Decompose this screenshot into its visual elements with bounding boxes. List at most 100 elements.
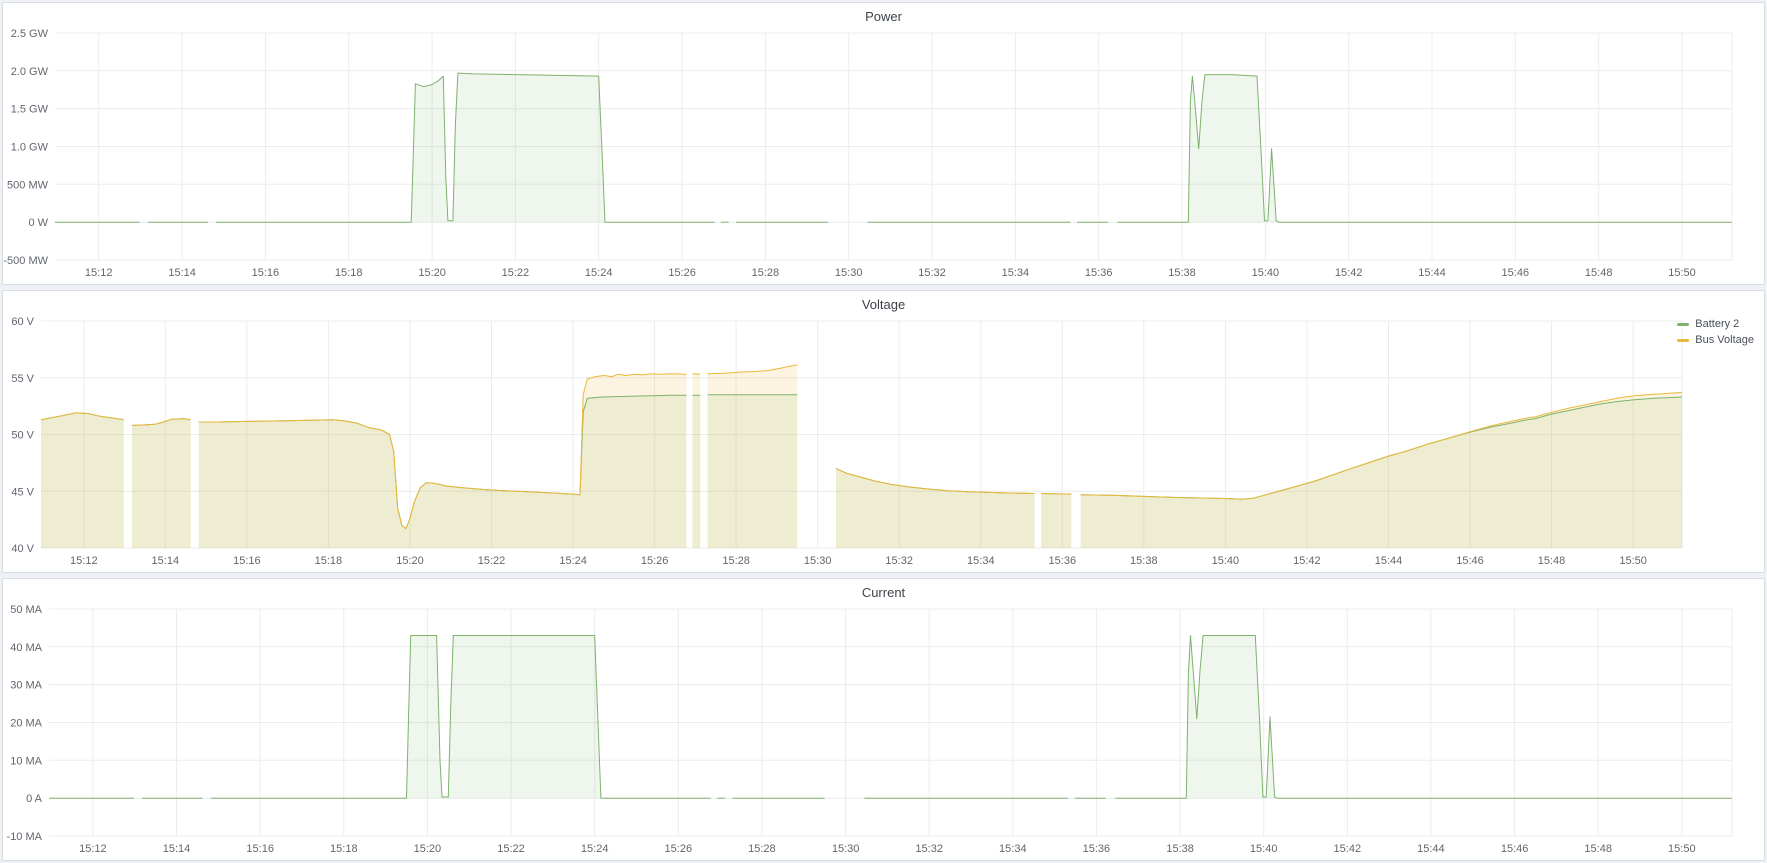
- y-tick-label: 20 MA: [10, 718, 42, 730]
- x-tick-label: 15:30: [832, 843, 860, 855]
- x-tick-label: 15:42: [1334, 843, 1362, 855]
- x-tick-label: 15:22: [478, 555, 506, 567]
- x-axis-labels: 15:12 15:14 15:16 15:18 15:20 15:22 15:24 15:26…: [85, 267, 1696, 279]
- y-tick-label: 40 V: [11, 543, 34, 555]
- x-tick-label: 15:20: [418, 267, 446, 279]
- y-tick-label: 50 V: [11, 430, 34, 442]
- y-axis-labels: 60 V55 V50 V45 V40 V: [11, 316, 34, 555]
- x-tick-label: 15:40: [1250, 843, 1278, 855]
- x-tick-label: 15:32: [918, 267, 946, 279]
- dashboard: { "colors": { "page_bg": "#eef1f5", "pan…: [0, 0, 1767, 863]
- y-tick-label: 0 W: [28, 217, 48, 229]
- x-tick-label: 15:12: [85, 267, 113, 279]
- panel-power: 15:12 15:14 15:16 15:18 15:20 15:22 15:24 15:26…: [2, 2, 1765, 285]
- x-tick-label: 15:34: [999, 843, 1027, 855]
- x-tick-label: 15:30: [804, 555, 832, 567]
- x-tick-label: 15:46: [1502, 267, 1530, 279]
- panel-voltage: 15:1215:1415:1615:1815:2015:2215:2415:26…: [2, 290, 1765, 573]
- x-tick-label: 15:48: [1585, 267, 1613, 279]
- x-tick-label: 15:26: [665, 843, 693, 855]
- y-tick-label: 50 MA: [10, 604, 42, 616]
- power-chart-plot[interactable]: 15:12 15:14 15:16 15:18 15:20 15:22 15:24 15:26…: [3, 3, 1764, 284]
- series-color-swatch-icon: [1677, 323, 1689, 326]
- x-tick-label: 15:42: [1293, 555, 1321, 567]
- x-tick-label: 15:50: [1619, 555, 1647, 567]
- panel-title-current[interactable]: Current: [3, 585, 1764, 600]
- legend-item-battery-2[interactable]: Battery 2: [1677, 318, 1754, 330]
- x-tick-label: 15:18: [335, 267, 363, 279]
- x-tick-label: 15:34: [967, 555, 995, 567]
- x-tick-label: 15:24: [581, 843, 609, 855]
- x-tick-label: 15:20: [396, 555, 424, 567]
- y-tick-label: 60 V: [11, 316, 34, 328]
- y-tick-label: -10 MA: [7, 831, 43, 843]
- series-line-power: [55, 73, 1732, 222]
- y-axis-labels: 50 MA40 MA30 MA20 MA10 MA0 A-10 MA: [7, 604, 43, 843]
- y-axis-labels: 2.5 GW2.0 GW1.5 GW1.0 GW500 MW0 W-500 MW: [3, 28, 48, 267]
- x-tick-label: 15:36: [1085, 267, 1113, 279]
- x-tick-label: 15:28: [748, 843, 776, 855]
- x-tick-label: 15:12: [70, 555, 98, 567]
- series-line-current: [49, 636, 1732, 799]
- x-tick-label: 15:16: [233, 555, 261, 567]
- voltage-chart-plot[interactable]: 15:1215:1415:1615:1815:2015:2215:2415:26…: [3, 291, 1764, 572]
- grid-lines: [49, 609, 1732, 836]
- y-tick-label: 1.0 GW: [11, 142, 49, 154]
- series-fill-current: [49, 636, 1732, 799]
- y-tick-label: 30 MA: [10, 680, 42, 692]
- x-tick-label: 15:42: [1335, 267, 1363, 279]
- x-tick-label: 15:18: [315, 555, 343, 567]
- panel-title-voltage[interactable]: Voltage: [3, 297, 1764, 312]
- x-tick-label: 15:18: [330, 843, 358, 855]
- x-tick-label: 15:22: [502, 267, 530, 279]
- x-tick-label: 15:32: [885, 555, 913, 567]
- x-tick-label: 15:38: [1166, 843, 1194, 855]
- x-tick-label: 15:50: [1668, 267, 1696, 279]
- x-tick-label: 15:16: [252, 267, 280, 279]
- x-tick-label: 15:44: [1418, 267, 1446, 279]
- series-color-swatch-icon: [1677, 339, 1689, 342]
- y-tick-label: 2.5 GW: [11, 28, 49, 40]
- y-tick-label: 10 MA: [10, 755, 42, 767]
- x-tick-label: 15:14: [168, 267, 196, 279]
- y-tick-label: 2.0 GW: [11, 66, 49, 78]
- series-fill-bus-voltage: [41, 365, 1682, 548]
- y-tick-label: 1.5 GW: [11, 104, 49, 116]
- series-fill-power: [55, 73, 1732, 222]
- x-tick-label: 15:34: [1002, 267, 1030, 279]
- x-tick-label: 15:28: [752, 267, 780, 279]
- x-tick-label: 15:44: [1375, 555, 1403, 567]
- y-tick-label: -500 MW: [3, 255, 48, 267]
- x-tick-label: 15:36: [1083, 843, 1111, 855]
- current-chart-plot[interactable]: 15:1215:1415:1615:1815:2015:2215:2415:26…: [3, 579, 1764, 860]
- x-tick-label: 15:14: [163, 843, 191, 855]
- x-tick-label: 15:24: [585, 267, 613, 279]
- x-tick-label: 15:50: [1668, 843, 1696, 855]
- x-tick-label: 15:30: [835, 267, 863, 279]
- y-tick-label: 55 V: [11, 373, 34, 385]
- legend-item-label: Battery 2: [1695, 318, 1739, 330]
- grid-lines: [55, 33, 1732, 260]
- x-tick-label: 15:48: [1538, 555, 1566, 567]
- x-tick-label: 15:26: [668, 267, 696, 279]
- x-tick-label: 15:40: [1252, 267, 1280, 279]
- panel-current: 15:1215:1415:1615:1815:2015:2215:2415:26…: [2, 578, 1765, 861]
- x-tick-label: 15:46: [1456, 555, 1484, 567]
- x-tick-label: 15:22: [497, 843, 525, 855]
- legend-item-bus-voltage[interactable]: Bus Voltage: [1677, 334, 1754, 346]
- x-tick-label: 15:36: [1049, 555, 1077, 567]
- x-axis-labels: 15:1215:1415:1615:1815:2015:2215:2415:26…: [70, 555, 1647, 567]
- legend: Battery 2 Bus Voltage: [1677, 318, 1754, 350]
- y-tick-label: 40 MA: [10, 642, 42, 654]
- x-tick-label: 15:16: [246, 843, 274, 855]
- x-tick-label: 15:40: [1212, 555, 1240, 567]
- legend-item-label: Bus Voltage: [1695, 334, 1754, 346]
- x-tick-label: 15:48: [1584, 843, 1612, 855]
- x-tick-label: 15:26: [641, 555, 669, 567]
- x-tick-label: 15:46: [1501, 843, 1529, 855]
- x-tick-label: 15:32: [915, 843, 943, 855]
- x-tick-label: 15:44: [1417, 843, 1445, 855]
- x-axis-labels: 15:1215:1415:1615:1815:2015:2215:2415:26…: [79, 843, 1695, 855]
- panel-title-power[interactable]: Power: [3, 9, 1764, 24]
- x-tick-label: 15:12: [79, 843, 107, 855]
